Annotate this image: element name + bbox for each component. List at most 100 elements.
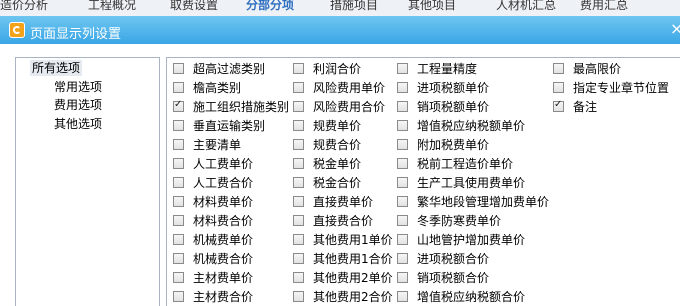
option-label: 规费单价 [313, 119, 362, 133]
option-checkbox[interactable] [397, 253, 408, 264]
option-checkbox[interactable] [173, 63, 184, 74]
option-label: 垂直运输类别 [193, 119, 266, 133]
background-tab[interactable]: 造价分析 [0, 0, 48, 13]
option-label: 最高限价 [573, 62, 622, 76]
option-label: 材料费合价 [193, 214, 254, 228]
option-checkbox[interactable] [397, 120, 408, 131]
option-checkbox[interactable] [397, 272, 408, 283]
option-checkbox[interactable] [397, 234, 408, 245]
option-checkbox[interactable] [397, 177, 408, 188]
option-checkbox[interactable] [173, 272, 184, 283]
option-checkbox[interactable] [553, 82, 564, 93]
tree-item-all-options[interactable]: 所有选项 [30, 60, 83, 76]
option-label: 销项税额合价 [417, 271, 490, 285]
background-tab[interactable]: 人材机汇总 [496, 0, 556, 13]
close-button[interactable]: × [670, 20, 680, 38]
option-label: 进项税额单价 [417, 81, 490, 95]
option-label: 规费合价 [313, 138, 362, 152]
option-label: 主材费单价 [193, 271, 254, 285]
option-label: 山地管护增加费单价 [417, 233, 526, 247]
option-checkbox[interactable] [173, 177, 184, 188]
option-checkbox[interactable] [173, 253, 184, 264]
option-checkbox[interactable] [173, 139, 184, 150]
option-checkbox[interactable] [397, 82, 408, 93]
dialog-body: 所有选项 常用选项 费用选项 其他选项 超高过滤类别檐高类别施工组织措施类别垂直… [0, 44, 680, 306]
background-tab[interactable]: 取费设置 [170, 0, 218, 13]
tree-item-common-options[interactable]: 常用选项 [52, 79, 104, 95]
option-checkbox[interactable] [397, 196, 408, 207]
option-label: 施工组织措施类别 [193, 100, 290, 114]
option-label: 冬季防寒费单价 [417, 214, 502, 228]
option-checkbox[interactable] [553, 63, 564, 74]
category-tree: 所有选项 常用选项 费用选项 其他选项 [15, 57, 160, 306]
tree-item-fee-options[interactable]: 费用选项 [52, 97, 104, 113]
background-tab[interactable]: 分部分项 [246, 0, 294, 13]
option-label: 其他费用1合价 [313, 252, 393, 266]
option-label: 主要清单 [193, 138, 242, 152]
option-checkbox[interactable] [173, 82, 184, 93]
option-label: 增值税应纳税额单价 [417, 119, 526, 133]
option-checkbox[interactable] [173, 120, 184, 131]
option-label: 附加税费单价 [417, 138, 490, 152]
option-checkbox[interactable] [173, 158, 184, 169]
option-checkbox[interactable] [293, 120, 304, 131]
option-label: 备注 [573, 100, 598, 114]
option-label: 增值税应纳税额合价 [417, 290, 526, 304]
option-label: 税前工程造价单价 [417, 157, 514, 171]
option-checkbox[interactable] [293, 291, 304, 302]
option-checkbox[interactable] [293, 234, 304, 245]
tree-item-other-options[interactable]: 其他选项 [52, 116, 104, 132]
option-checkbox[interactable] [173, 215, 184, 226]
option-label: 直接费合价 [313, 214, 374, 228]
option-checkbox[interactable] [173, 196, 184, 207]
option-checkbox[interactable] [293, 196, 304, 207]
option-checkbox[interactable] [173, 99, 184, 112]
dialog-title-bar[interactable]: 页面显示列设置 × [0, 16, 680, 44]
option-checkbox[interactable] [293, 82, 304, 93]
option-checkbox[interactable] [173, 291, 184, 302]
option-label: 风险费用合价 [313, 100, 386, 114]
option-checkbox[interactable] [173, 234, 184, 245]
app-logo-icon [9, 22, 25, 38]
option-checkbox[interactable] [397, 158, 408, 169]
option-label: 税金单价 [313, 157, 362, 171]
option-label: 檐高类别 [193, 81, 242, 95]
option-checkbox[interactable] [397, 101, 408, 112]
option-label: 指定专业章节位置 [573, 81, 670, 95]
option-label: 其他费用2合价 [313, 290, 393, 304]
background-tab[interactable]: 其他项目 [408, 0, 456, 13]
option-checkbox[interactable] [293, 158, 304, 169]
option-label: 材料费单价 [193, 195, 254, 209]
option-label: 风险费用单价 [313, 81, 386, 95]
option-label: 超高过滤类别 [193, 62, 266, 76]
option-label: 繁华地段管理增加费单价 [417, 195, 550, 209]
option-checkbox[interactable] [293, 139, 304, 150]
option-checkbox[interactable] [397, 63, 408, 74]
option-checkbox[interactable] [553, 99, 564, 112]
option-label: 主材费合价 [193, 290, 254, 304]
option-label: 人工费单价 [193, 157, 254, 171]
option-checkbox[interactable] [293, 101, 304, 112]
background-tab[interactable]: 措施项目 [330, 0, 378, 13]
option-checkbox[interactable] [293, 177, 304, 188]
option-label: 生产工具使用费单价 [417, 176, 526, 190]
background-tab-bar: 造价分析 工程概况 取费设置 分部分项 措施项目 其他项目 人材机汇总 费用汇总 [0, 0, 680, 16]
option-label: 利润合价 [313, 62, 362, 76]
option-checkbox[interactable] [293, 63, 304, 74]
background-tab[interactable]: 费用汇总 [580, 0, 628, 13]
option-checkbox[interactable] [397, 215, 408, 226]
option-checkbox[interactable] [293, 215, 304, 226]
option-label: 其他费用2单价 [313, 271, 393, 285]
column-options-grid: 超高过滤类别檐高类别施工组织措施类别垂直运输类别主要清单人工费单价人工费合价材料… [166, 57, 680, 306]
option-checkbox[interactable] [293, 272, 304, 283]
option-checkbox[interactable] [397, 139, 408, 150]
option-checkbox[interactable] [293, 253, 304, 264]
background-tab[interactable]: 工程概况 [88, 0, 136, 13]
option-label: 进项税额合价 [417, 252, 490, 266]
option-label: 其他费用1单价 [313, 233, 393, 247]
option-label: 税金合价 [313, 176, 362, 190]
option-checkbox[interactable] [397, 291, 408, 302]
option-label: 工程量精度 [417, 62, 478, 76]
option-label: 机械费单价 [193, 233, 254, 247]
option-label: 销项税额单价 [417, 100, 490, 114]
